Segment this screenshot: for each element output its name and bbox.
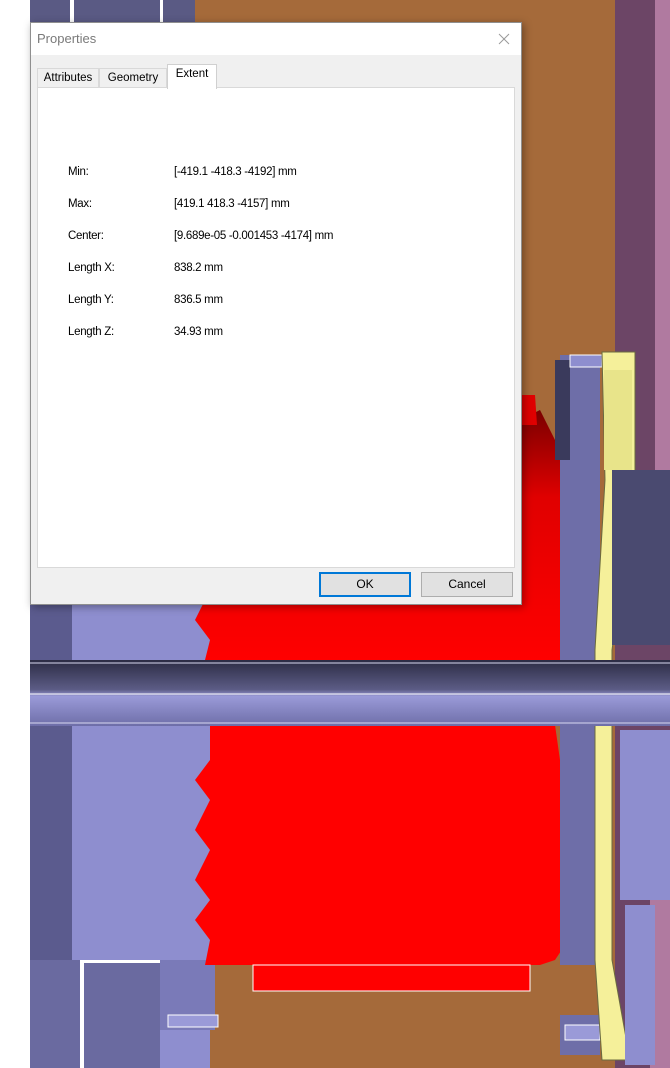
row-value: 838.2 mm: [174, 262, 223, 274]
row-label: Length Y:: [68, 294, 114, 306]
row-value: 34.93 mm: [174, 326, 223, 338]
close-button[interactable]: [487, 23, 521, 55]
row-value: [419.1 418.3 -4157] mm: [174, 198, 290, 210]
tab-geometry[interactable]: Geometry: [99, 68, 167, 88]
extent-panel: Min: [-419.1 -418.3 -4192] mm Max: [419.…: [37, 87, 515, 568]
tab-geometry-label: Geometry: [107, 72, 159, 84]
row-label: Length Z:: [68, 326, 114, 338]
row-value: [-419.1 -418.3 -4192] mm: [174, 166, 297, 178]
dialog-titlebar[interactable]: Properties: [31, 23, 521, 55]
row-label: Center:: [68, 230, 104, 242]
cancel-button[interactable]: Cancel: [421, 572, 513, 597]
properties-dialog: Properties Attributes Geometry Extent Mi…: [30, 22, 522, 605]
tab-attributes[interactable]: Attributes: [37, 68, 99, 88]
tab-extent-label: Extent: [175, 68, 209, 80]
tab-attributes-label: Attributes: [43, 72, 93, 84]
row-label: Max:: [68, 198, 92, 210]
tab-extent[interactable]: Extent: [167, 64, 217, 89]
row-label: Length X:: [68, 262, 115, 274]
ok-button[interactable]: OK: [319, 572, 411, 597]
row-value: [9.689e-05 -0.001453 -4174] mm: [174, 230, 334, 242]
close-icon: [498, 33, 510, 45]
row-label: Min:: [68, 166, 89, 178]
dialog-title: Properties: [37, 31, 97, 46]
row-value: 836.5 mm: [174, 294, 223, 306]
